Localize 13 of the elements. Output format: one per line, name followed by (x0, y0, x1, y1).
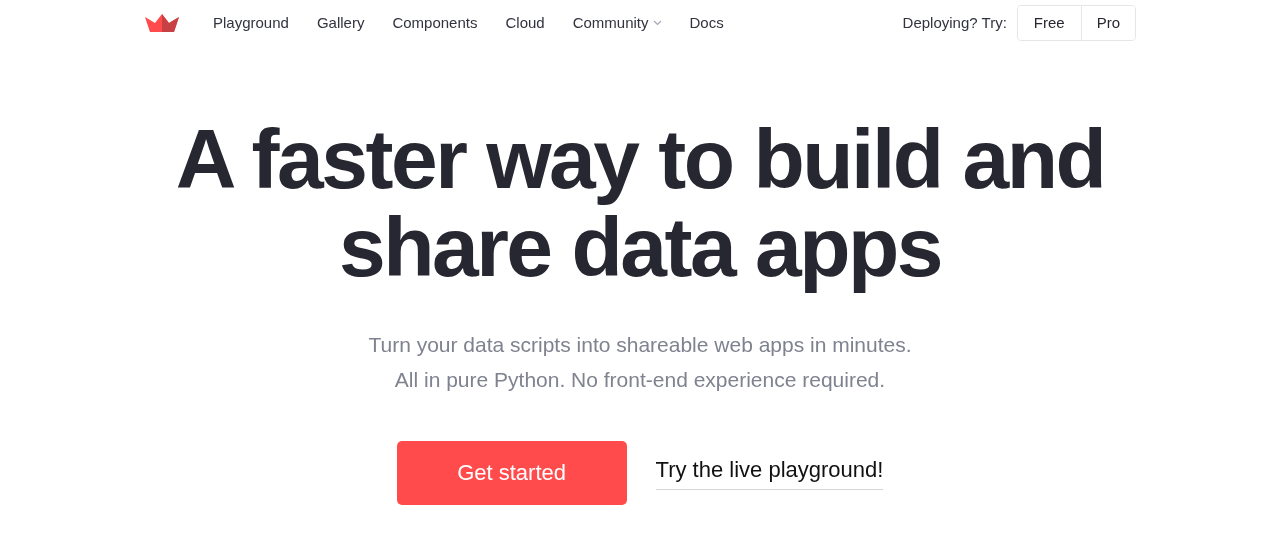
nav-link[interactable]: Playground (199, 14, 303, 31)
nav-link[interactable]: Community (558, 14, 676, 31)
nav-link[interactable]: Cloud (491, 14, 559, 31)
deploy-prompt: Deploying? Try: (902, 14, 1007, 31)
nav-link[interactable]: Gallery (302, 14, 379, 31)
caret-icon (652, 19, 662, 26)
nav-link[interactable]: Components (378, 14, 492, 31)
playground-link[interactable]: Try the live playground! (655, 456, 884, 490)
subtitle: Turn your data scripts into shareable web apps in minutes. All in pure Python. No front-end experience required. (368, 332, 912, 393)
headline: A faster way to build and share data apps (174, 111, 1106, 296)
nav-link[interactable]: Docs (675, 14, 738, 31)
crown-logo-icon[interactable] (145, 13, 179, 32)
plan-button[interactable]: Pro (1080, 5, 1135, 40)
